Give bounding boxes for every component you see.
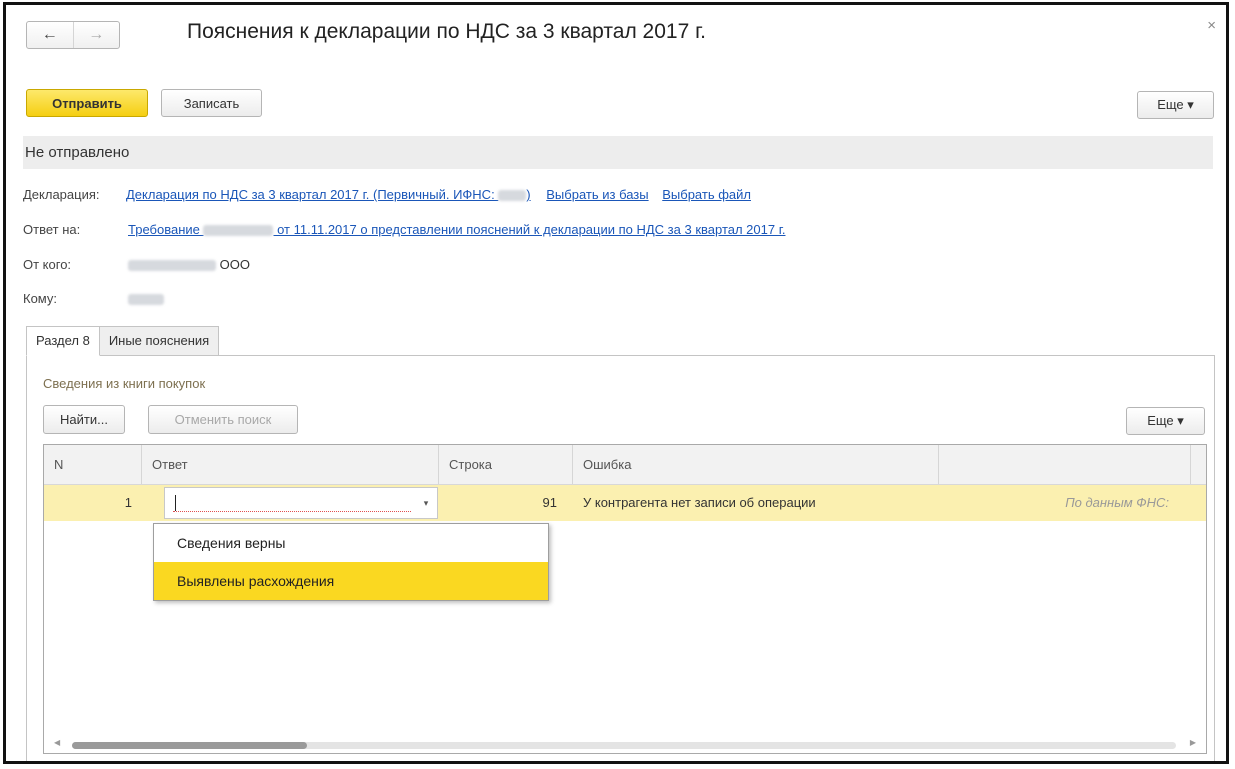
select-file-link[interactable]: Выбрать файл [662, 187, 751, 202]
declaration-label: Декларация: [23, 187, 100, 202]
find-button[interactable]: Найти... [43, 405, 125, 434]
back-arrow-icon[interactable]: ← [27, 22, 73, 48]
option-info-correct[interactable]: Сведения верны [154, 524, 548, 562]
tab-section-8[interactable]: Раздел 8 [26, 326, 100, 356]
declaration-link-text: Декларация по НДС за 3 квартал 2017 г. (… [126, 187, 499, 202]
option-discrepancies-found[interactable]: Выявлены расхождения [154, 562, 548, 600]
scroll-thumb[interactable] [72, 742, 307, 749]
status-bar: Не отправлено [23, 136, 1213, 169]
answer-dropdown-list: Сведения верны Выявлены расхождения [153, 523, 549, 601]
declaration-link-end: ) [526, 187, 531, 202]
form-window: ← → Пояснения к декларации по НДС за 3 к… [3, 2, 1229, 764]
section-caption: Сведения из книги покупок [43, 376, 206, 391]
save-button[interactable]: Записать [161, 89, 262, 117]
requirement-link-start: Требование [128, 222, 204, 237]
to-label: Кому: [23, 291, 57, 306]
from-value: ООО [128, 257, 250, 272]
nav-buttons: ← → [26, 21, 120, 49]
to-value [128, 291, 164, 306]
column-header-answer[interactable]: Ответ [142, 445, 439, 484]
window-title: Пояснения к декларации по НДС за 3 кварт… [187, 20, 707, 43]
tabs: Раздел 8 Иные пояснения [26, 326, 220, 356]
cell-error: У контрагента нет записи об операции [583, 495, 816, 510]
close-icon[interactable]: × [1207, 17, 1216, 34]
cancel-search-button[interactable]: Отменить поиск [148, 405, 298, 434]
dropdown-arrow-icon[interactable]: ▾ [415, 488, 437, 518]
redacted-sender [128, 260, 216, 272]
column-header-error[interactable]: Ошибка [573, 445, 939, 484]
cell-n: 1 [124, 495, 132, 510]
redacted-ifns [498, 190, 527, 202]
cell-extra: По данным ФНС: [1065, 495, 1169, 510]
column-header-line[interactable]: Строка [439, 445, 573, 484]
redacted-recipient [128, 294, 164, 306]
column-header-n[interactable]: N [44, 445, 142, 484]
more-button[interactable]: Еще ▾ [1137, 91, 1214, 119]
cell-line: 91 [542, 495, 557, 510]
from-suffix: ООО [219, 257, 250, 272]
forward-arrow-icon[interactable]: → [72, 22, 120, 48]
column-header-extra[interactable] [939, 445, 1191, 484]
requirement-link[interactable]: Требование от 11.11.2017 о представлении… [128, 222, 785, 237]
reply-row: Требование от 11.11.2017 о представлении… [128, 222, 785, 237]
required-underline [173, 511, 411, 512]
declaration-row: Декларация по НДС за 3 квартал 2017 г. (… [126, 187, 751, 202]
declaration-link[interactable]: Декларация по НДС за 3 квартал 2017 г. (… [126, 187, 531, 202]
reply-label: Ответ на: [23, 222, 81, 237]
text-caret [175, 495, 176, 511]
table-more-button[interactable]: Еще ▾ [1126, 407, 1205, 435]
redacted-requirement-number [203, 225, 274, 237]
requirement-link-text: от 11.11.2017 о представлении пояснений … [273, 222, 786, 237]
send-button[interactable]: Отправить [26, 89, 148, 117]
select-from-base-link[interactable]: Выбрать из базы [546, 187, 648, 202]
horizontal-scrollbar[interactable]: ◀ ▶ [44, 737, 1206, 753]
answer-combobox[interactable]: ▾ [164, 487, 438, 519]
from-label: От кого: [23, 257, 72, 272]
table-header: N Ответ Строка Ошибка [44, 445, 1206, 485]
scroll-right-icon[interactable]: ▶ [1190, 738, 1196, 747]
tab-other-explanations[interactable]: Иные пояснения [99, 326, 220, 356]
scroll-left-icon[interactable]: ◀ [54, 738, 60, 747]
